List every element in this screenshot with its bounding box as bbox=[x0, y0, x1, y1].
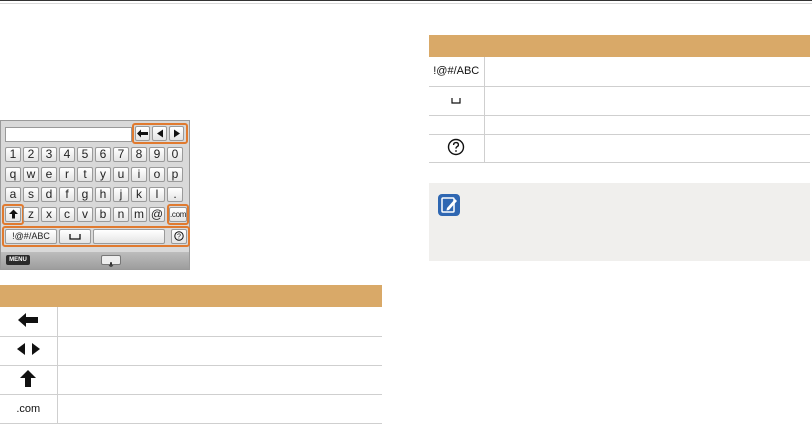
table-description-cell bbox=[57, 365, 382, 395]
key-7[interactable]: 7 bbox=[113, 147, 129, 162]
key-l[interactable]: l bbox=[149, 187, 165, 202]
table-row bbox=[429, 86, 810, 116]
table-row: .com bbox=[0, 394, 382, 424]
table-row bbox=[0, 365, 382, 395]
table-description-cell bbox=[484, 134, 810, 163]
key-s[interactable]: s bbox=[23, 187, 39, 202]
symbols-label: !@#/ABC bbox=[429, 57, 485, 87]
key-k[interactable]: k bbox=[131, 187, 147, 202]
key-1[interactable]: 1 bbox=[5, 147, 21, 162]
key-at[interactable]: @ bbox=[149, 207, 165, 222]
key-u[interactable]: u bbox=[113, 167, 129, 182]
table-description-cell bbox=[484, 115, 810, 135]
key-f[interactable]: f bbox=[59, 187, 75, 202]
shift-key-highlight bbox=[2, 204, 24, 225]
table-header-icon bbox=[0, 285, 57, 307]
key-p[interactable]: p bbox=[167, 167, 183, 182]
table-header-description bbox=[57, 285, 382, 307]
text-input-field[interactable] bbox=[5, 127, 132, 142]
key-i[interactable]: i bbox=[131, 167, 147, 182]
table-icon-cell bbox=[0, 307, 58, 337]
table-row bbox=[429, 134, 810, 163]
space-icon bbox=[451, 97, 461, 104]
table-description-cell bbox=[57, 394, 382, 424]
table-icon-cell bbox=[429, 134, 485, 163]
key-z[interactable]: z bbox=[23, 207, 39, 222]
key-y[interactable]: y bbox=[95, 167, 111, 182]
header-rule bbox=[0, 0, 812, 1]
key-c[interactable]: c bbox=[59, 207, 75, 222]
key-5[interactable]: 5 bbox=[77, 147, 93, 162]
function-row-highlight bbox=[2, 226, 190, 247]
key-8[interactable]: 8 bbox=[131, 147, 147, 162]
key-period[interactable]: . bbox=[167, 187, 183, 202]
table-row bbox=[0, 307, 382, 337]
keyboard-bottom-bar: MENU bbox=[1, 252, 189, 269]
key-n[interactable]: n bbox=[113, 207, 129, 222]
table-description-cell bbox=[484, 86, 810, 116]
key-h[interactable]: h bbox=[95, 187, 111, 202]
shift-icon bbox=[20, 369, 37, 387]
table-icon-cell bbox=[429, 115, 485, 135]
key-2[interactable]: 2 bbox=[23, 147, 39, 162]
table-header-description bbox=[484, 35, 810, 57]
key-0[interactable]: 0 bbox=[167, 147, 183, 162]
table-row: !@#/ABC bbox=[429, 57, 810, 87]
note-box bbox=[429, 183, 810, 261]
key-a[interactable]: a bbox=[5, 187, 21, 202]
key-q[interactable]: q bbox=[5, 167, 21, 182]
key-3[interactable]: 3 bbox=[41, 147, 57, 162]
key-9[interactable]: 9 bbox=[149, 147, 165, 162]
voice-button[interactable] bbox=[101, 255, 121, 267]
key-e[interactable]: e bbox=[41, 167, 57, 182]
key-4[interactable]: 4 bbox=[59, 147, 75, 162]
microphone-icon bbox=[108, 262, 114, 267]
key-w[interactable]: w bbox=[23, 167, 39, 182]
key-r[interactable]: r bbox=[59, 167, 75, 182]
key-d[interactable]: d bbox=[41, 187, 57, 202]
table-header-icon bbox=[429, 35, 484, 57]
table-icon-cell bbox=[0, 365, 58, 395]
backspace-icon bbox=[18, 312, 39, 327]
header-rule-secondary bbox=[0, 3, 812, 4]
key-m[interactable]: m bbox=[131, 207, 147, 222]
key-g[interactable]: g bbox=[77, 187, 93, 202]
note-pencil-icon bbox=[438, 194, 460, 216]
table-row bbox=[429, 115, 810, 135]
table-header-row bbox=[429, 35, 810, 57]
key-b[interactable]: b bbox=[95, 207, 111, 222]
dotcom-label: .com bbox=[0, 394, 58, 424]
left-icon-table: .com bbox=[0, 285, 382, 424]
dotcom-key-highlight bbox=[167, 204, 189, 225]
key-o[interactable]: o bbox=[149, 167, 165, 182]
cursor-left-right-icon bbox=[16, 343, 40, 355]
key-x[interactable]: x bbox=[41, 207, 57, 222]
table-row bbox=[0, 336, 382, 366]
nav-keys-highlight bbox=[132, 123, 188, 144]
table-header-row bbox=[0, 285, 382, 307]
key-6[interactable]: 6 bbox=[95, 147, 111, 162]
table-icon-cell bbox=[0, 336, 58, 366]
table-description-cell bbox=[484, 57, 810, 87]
help-circle-icon bbox=[448, 138, 465, 155]
key-j[interactable]: j bbox=[113, 187, 129, 202]
virtual-keyboard: 1 2 3 4 5 6 7 8 9 0 q w e r t y u i o p … bbox=[0, 120, 190, 270]
key-v[interactable]: v bbox=[77, 207, 93, 222]
table-description-cell bbox=[57, 336, 382, 366]
table-description-cell bbox=[57, 307, 382, 337]
right-icon-table: !@#/ABC bbox=[429, 35, 810, 163]
menu-button[interactable]: MENU bbox=[6, 255, 30, 265]
key-t[interactable]: t bbox=[77, 167, 93, 182]
table-icon-cell bbox=[429, 86, 485, 116]
